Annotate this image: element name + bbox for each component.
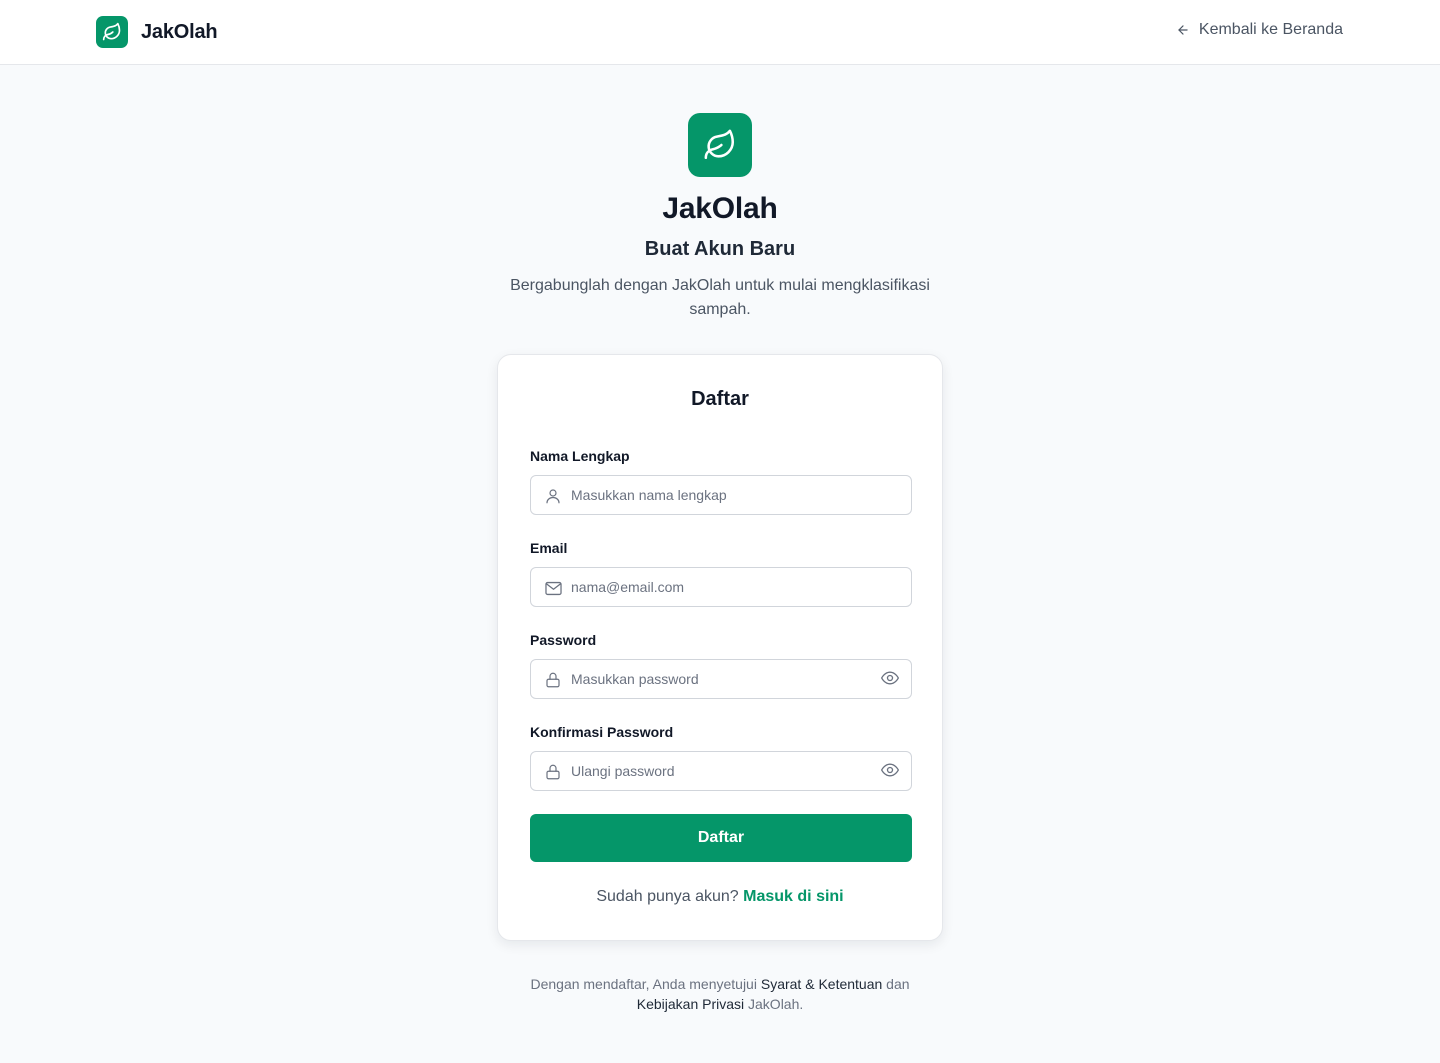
confirm-password-input[interactable] xyxy=(571,752,871,790)
terms-notice: Dengan mendaftar, Anda menyetujui Syarat… xyxy=(500,974,940,1014)
hero-description: Bergabunglah dengan JakOlah untuk mulai … xyxy=(510,277,930,318)
email-field-wrapper xyxy=(530,567,912,607)
lock-icon xyxy=(543,670,563,690)
confirm-password-field-wrapper xyxy=(530,751,912,791)
hero-title: JakOlah xyxy=(662,192,778,225)
login-prompt-line: Sudah punya akun? Masuk di sini xyxy=(498,888,942,906)
terms-prefix: Dengan mendaftar, Anda menyetujui xyxy=(530,976,757,992)
mail-icon xyxy=(543,578,563,598)
lock-icon xyxy=(543,762,563,782)
hero-subtitle: Buat Akun Baru xyxy=(644,238,796,260)
brand-home-link[interactable]: JakOlah xyxy=(96,16,218,48)
name-input[interactable] xyxy=(571,476,871,514)
leaf-icon xyxy=(96,16,128,48)
privacy-link[interactable]: Kebijakan Privasi xyxy=(637,996,744,1012)
email-label: Email xyxy=(530,540,568,556)
back-to-home-link[interactable]: Kembali ke Beranda xyxy=(1176,21,1343,39)
eye-icon xyxy=(880,760,900,783)
back-link-label: Kembali ke Beranda xyxy=(1198,21,1343,38)
password-input[interactable] xyxy=(571,660,871,698)
register-form-card: Daftar Nama Lengkap Email Password xyxy=(497,354,943,941)
terms-link[interactable]: Syarat & Ketentuan xyxy=(761,976,882,992)
leaf-icon xyxy=(688,113,752,177)
form-title: Daftar xyxy=(691,388,749,410)
password-field-wrapper xyxy=(530,659,912,699)
login-prompt-text: Sudah punya akun? xyxy=(596,888,739,905)
toggle-password-visibility-button[interactable] xyxy=(879,669,901,689)
brand-name: JakOlah xyxy=(141,20,218,43)
toggle-confirm-password-visibility-button[interactable] xyxy=(879,761,901,781)
top-navbar: JakOlah Kembali ke Beranda xyxy=(0,0,1440,65)
register-submit-button[interactable]: Daftar xyxy=(530,814,912,862)
terms-suffix: JakOlah. xyxy=(748,996,804,1012)
terms-conjunction: dan xyxy=(886,976,910,992)
password-label: Password xyxy=(530,632,597,648)
eye-icon xyxy=(880,668,900,691)
name-field-wrapper xyxy=(530,475,912,515)
email-input[interactable] xyxy=(571,568,871,606)
user-icon xyxy=(543,486,563,506)
name-label: Nama Lengkap xyxy=(530,448,630,464)
login-link[interactable]: Masuk di sini xyxy=(743,888,843,905)
arrow-left-icon xyxy=(1176,23,1190,37)
confirm-password-label: Konfirmasi Password xyxy=(530,724,674,740)
